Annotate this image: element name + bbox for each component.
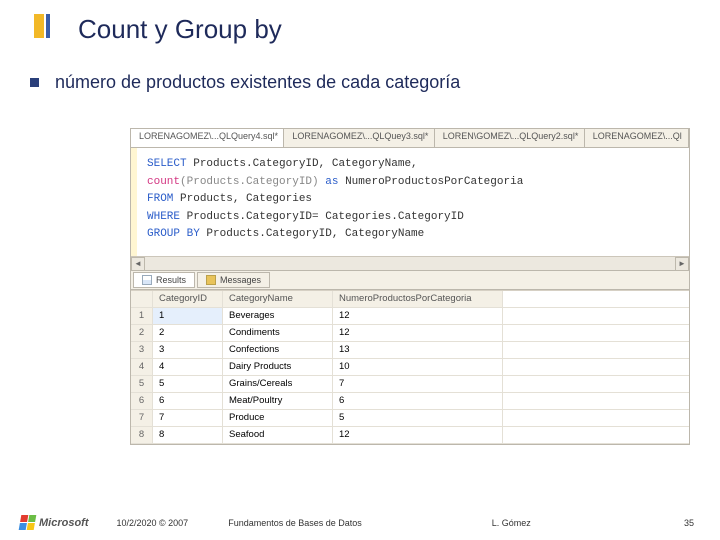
file-tab[interactable]: LORENAGOMEZ\...Ql — [585, 129, 689, 147]
horizontal-scrollbar[interactable]: ◄ ► — [131, 256, 689, 270]
grid-header-row: CategoryID CategoryName NumeroProductosP… — [131, 291, 689, 308]
footer-author: L. Gómez — [492, 518, 531, 528]
logo-text: Microsoft — [39, 517, 89, 529]
tab-label: Results — [156, 275, 186, 285]
cell[interactable]: Dairy Products — [223, 359, 333, 375]
scroll-left-icon[interactable]: ◄ — [131, 257, 145, 271]
messages-icon — [206, 275, 216, 285]
windows-flag-icon — [19, 515, 37, 530]
cell[interactable]: Confections — [223, 342, 333, 358]
file-tab[interactable]: LORENAGOMEZ\...QLQuery4.sql* — [131, 129, 284, 147]
bullet-item: número de productos existentes de cada c… — [30, 72, 460, 93]
row-number: 5 — [131, 376, 153, 392]
tab-label: Messages — [220, 275, 261, 285]
cell[interactable]: 2 — [153, 325, 223, 341]
cell[interactable]: 13 — [333, 342, 503, 358]
cell[interactable]: 12 — [333, 325, 503, 341]
cell[interactable]: 6 — [333, 393, 503, 409]
cell[interactable]: 5 — [153, 376, 223, 392]
slide-title: Count y Group by — [78, 14, 282, 45]
cell[interactable]: Condiments — [223, 325, 333, 341]
file-tab[interactable]: LOREN\GOMEZ\...QLQuery2.sql* — [435, 129, 585, 147]
sql-ident: Products.CategoryID= Categories.Category… — [187, 211, 464, 223]
ssms-editor: LORENAGOMEZ\...QLQuery4.sql* LORENAGOMEZ… — [130, 128, 690, 445]
cell[interactable]: 7 — [333, 376, 503, 392]
grid-icon — [142, 275, 152, 285]
cell[interactable]: 12 — [333, 427, 503, 443]
bullet-text: número de productos existentes de cada c… — [55, 72, 460, 93]
cell[interactable]: 8 — [153, 427, 223, 443]
slide-accent — [34, 14, 54, 38]
sql-keyword: SELECT — [147, 158, 193, 170]
cell[interactable]: Beverages — [223, 308, 333, 324]
sql-function: count — [147, 176, 180, 188]
footer-title: Fundamentos de Bases de Datos — [228, 518, 362, 528]
sql-paren: (Products.CategoryID) — [180, 176, 325, 188]
tab-results[interactable]: Results — [133, 272, 195, 288]
file-tab[interactable]: LORENAGOMEZ\...QLQuey3.sql* — [284, 129, 434, 147]
row-header-blank — [131, 291, 153, 307]
sql-ident: Products, Categories — [180, 193, 312, 205]
col-header[interactable]: CategoryName — [223, 291, 333, 307]
cell[interactable]: Grains/Cereals — [223, 376, 333, 392]
sql-text-area[interactable]: SELECT Products.CategoryID, CategoryName… — [131, 148, 689, 256]
row-number: 2 — [131, 325, 153, 341]
microsoft-logo: Microsoft — [20, 515, 89, 530]
table-row[interactable]: 8 8 Seafood 12 — [131, 427, 689, 444]
cell[interactable]: Meat/Poultry — [223, 393, 333, 409]
sql-ident: Products.CategoryID, CategoryName — [206, 228, 424, 240]
file-tab-strip: LORENAGOMEZ\...QLQuery4.sql* LORENAGOMEZ… — [131, 129, 689, 148]
table-row[interactable]: 2 2 Condiments 12 — [131, 325, 689, 342]
cell[interactable]: 1 — [153, 308, 223, 324]
row-number: 7 — [131, 410, 153, 426]
sql-keyword: FROM — [147, 193, 180, 205]
sql-keyword: WHERE — [147, 211, 187, 223]
cell[interactable]: 4 — [153, 359, 223, 375]
sql-keyword: GROUP BY — [147, 228, 206, 240]
row-number: 3 — [131, 342, 153, 358]
col-header[interactable]: NumeroProductosPorCategoria — [333, 291, 503, 307]
row-number: 4 — [131, 359, 153, 375]
bullet-square-icon — [30, 78, 39, 87]
cell[interactable]: 5 — [333, 410, 503, 426]
cell[interactable]: 10 — [333, 359, 503, 375]
row-number: 1 — [131, 308, 153, 324]
col-header[interactable]: CategoryID — [153, 291, 223, 307]
cell[interactable]: Seafood — [223, 427, 333, 443]
scroll-right-icon[interactable]: ► — [675, 257, 689, 271]
results-grid: CategoryID CategoryName NumeroProductosP… — [131, 290, 689, 444]
table-row[interactable]: 6 6 Meat/Poultry 6 — [131, 393, 689, 410]
cell[interactable]: 6 — [153, 393, 223, 409]
cell[interactable]: 7 — [153, 410, 223, 426]
sql-alias: NumeroProductosPorCategoria — [345, 176, 523, 188]
cell[interactable]: 3 — [153, 342, 223, 358]
result-tab-strip: Results Messages — [131, 270, 689, 290]
table-row[interactable]: 7 7 Produce 5 — [131, 410, 689, 427]
slide-number: 35 — [684, 518, 694, 528]
table-row[interactable]: 4 4 Dairy Products 10 — [131, 359, 689, 376]
sql-ident: Products.CategoryID, CategoryName, — [193, 158, 417, 170]
slide-footer: Microsoft 10/2/2020 © 2007 Fundamentos d… — [0, 515, 720, 530]
table-row[interactable]: 3 3 Confections 13 — [131, 342, 689, 359]
cell[interactable]: Produce — [223, 410, 333, 426]
row-number: 8 — [131, 427, 153, 443]
tab-messages[interactable]: Messages — [197, 272, 270, 288]
table-row[interactable]: 1 1 Beverages 12 — [131, 308, 689, 325]
sql-keyword: as — [325, 176, 345, 188]
cell[interactable]: 12 — [333, 308, 503, 324]
row-number: 6 — [131, 393, 153, 409]
table-row[interactable]: 5 5 Grains/Cereals 7 — [131, 376, 689, 393]
footer-date: 10/2/2020 © 2007 — [117, 518, 189, 528]
